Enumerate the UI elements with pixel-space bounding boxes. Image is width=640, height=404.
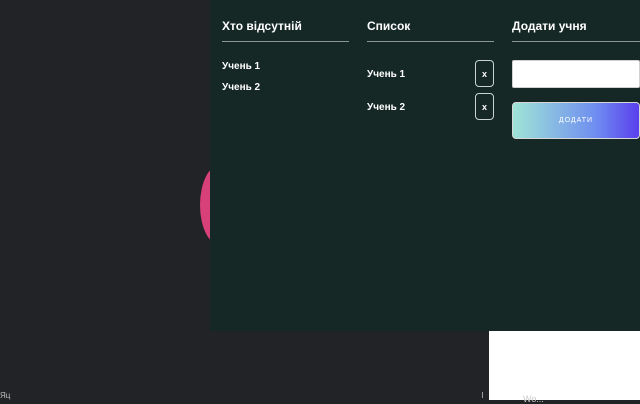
student-name: Учень 1 <box>367 69 406 80</box>
remove-student-button[interactable]: x <box>475 93 494 120</box>
background-card: Wo... <box>489 330 640 404</box>
list-item[interactable]: Учень 1 x <box>367 59 494 92</box>
student-list: Учень 1 x Учень 2 x <box>367 59 494 125</box>
divider-tick <box>482 392 483 398</box>
remove-student-button[interactable]: x <box>475 60 494 87</box>
student-name: Учень 2 <box>367 102 406 113</box>
list-column: Список Учень 1 x Учень 2 x <box>367 18 494 125</box>
add-student-button[interactable]: ДОДАТИ <box>512 102 640 139</box>
student-name-input[interactable] <box>512 60 640 88</box>
add-column: Додати учня ДОДАТИ <box>512 18 640 139</box>
absent-list: Учень 1 Учень 2 <box>222 61 349 103</box>
list-item[interactable]: Учень 2 x <box>367 92 494 125</box>
absent-column: Хто відсутній Учень 1 Учень 2 <box>222 18 349 103</box>
absent-student: Учень 1 <box>222 61 261 72</box>
attendance-panel: Хто відсутній Учень 1 Учень 2 Список Уче… <box>210 0 640 331</box>
list-title: Список <box>367 18 494 42</box>
absent-title: Хто відсутній <box>222 18 349 42</box>
corner-label: Яц <box>0 391 11 400</box>
absent-student: Учень 2 <box>222 82 261 93</box>
add-title: Додати учня <box>512 18 640 42</box>
background-card-text: Wo... <box>523 394 544 404</box>
